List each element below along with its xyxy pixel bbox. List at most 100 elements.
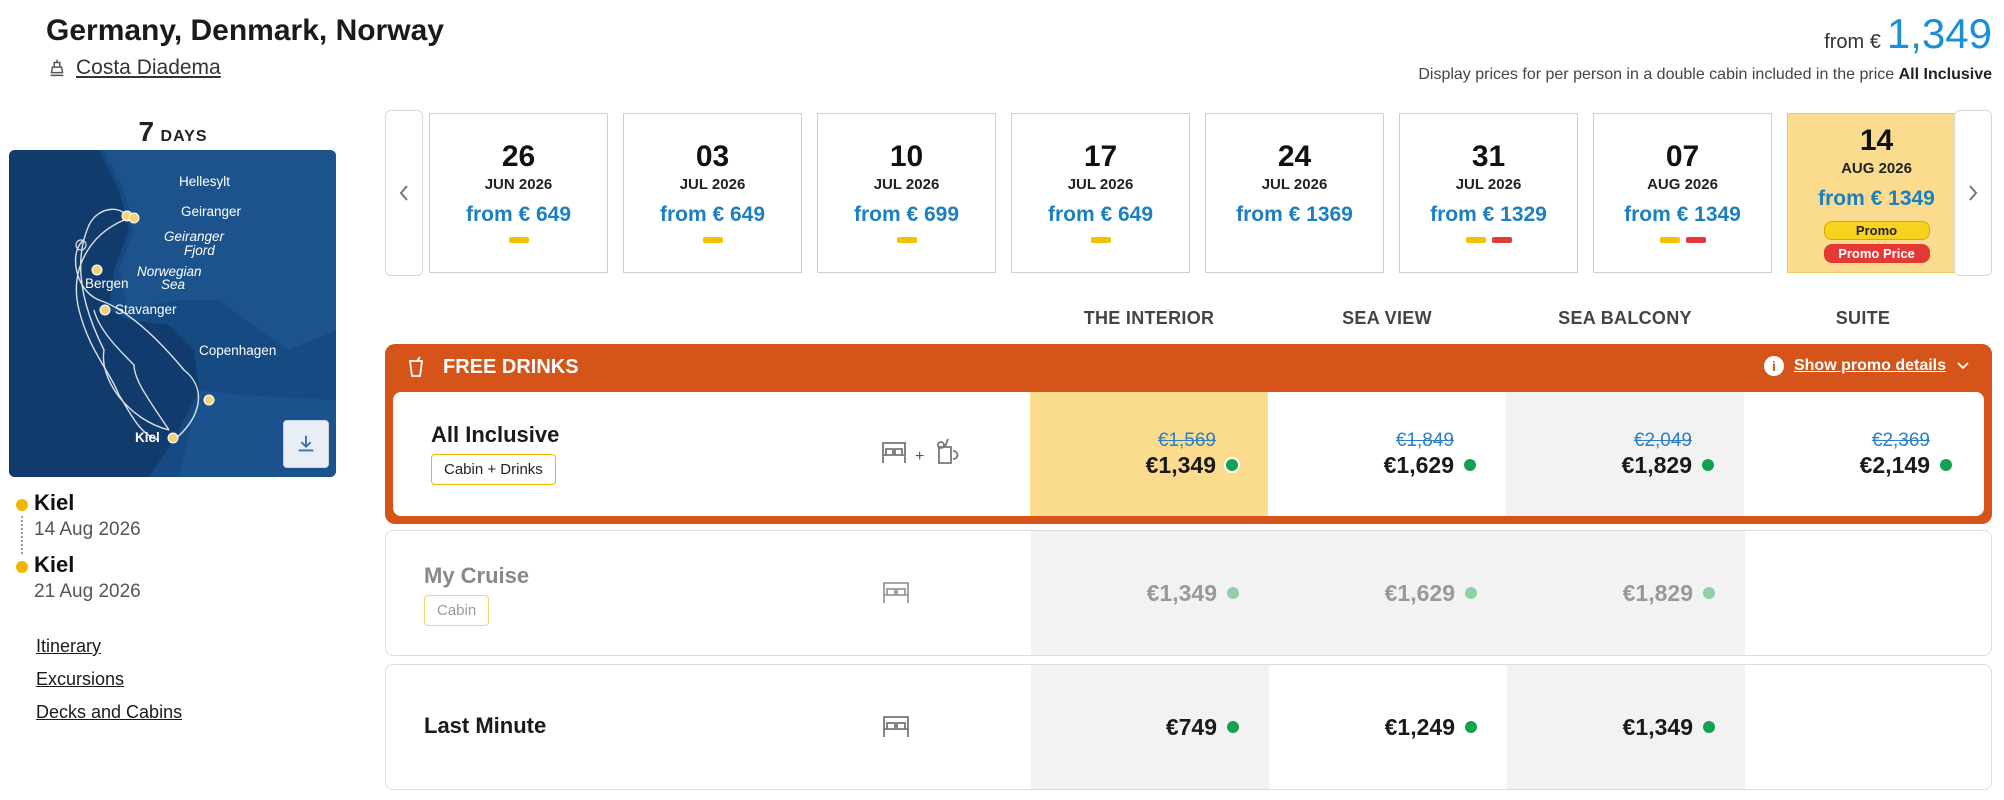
price-cell-sea-view[interactable]: €1,629 — [1269, 531, 1507, 655]
date-card[interactable]: 03 JUL 2026 from € 649 — [623, 113, 802, 273]
column-interior: THE INTERIOR — [1083, 308, 1215, 328]
availability-dot — [1465, 721, 1477, 733]
date-card[interactable]: 10 JUL 2026 from € 699 — [817, 113, 996, 273]
price-from: from € 1,349 — [1824, 10, 1992, 58]
cruise-title: Germany, Denmark, Norway — [46, 14, 444, 47]
current-price: €1,829 — [1622, 452, 1714, 479]
fare-row-my-cruise[interactable]: My Cruise Cabin €1,349 €1,629 €1,829 — [385, 530, 1992, 656]
current-price: €1,829 — [1623, 580, 1715, 607]
itinerary-link[interactable]: Itinerary — [36, 636, 182, 657]
price-value: €749 — [1165, 713, 1217, 740]
availability-bars — [818, 237, 995, 243]
availability-bars — [1594, 237, 1771, 243]
availability-dot — [1703, 587, 1715, 599]
fare-tag: Cabin — [424, 595, 490, 626]
current-price: €1,629 — [1384, 452, 1476, 479]
excursions-link[interactable]: Excursions — [36, 669, 182, 690]
fare-row-last-minute[interactable]: Last Minute €749 €1,249 €1,349 — [385, 664, 1992, 790]
red-indicator — [1685, 237, 1706, 243]
cruise-duration: 7 DAYS — [0, 116, 346, 148]
stop-dot — [16, 499, 28, 511]
current-price: €1,349 — [1146, 452, 1238, 479]
date-day: 07 — [1665, 140, 1700, 173]
date-price: from € 1349 — [1818, 187, 1935, 210]
yellow-indicator — [1659, 237, 1680, 243]
fare-row-all-inclusive[interactable]: All Inclusive Cabin + Drinks + €1,569 €1… — [393, 392, 1984, 516]
info-links: Itinerary Excursions Decks and Cabins — [36, 636, 182, 735]
date-card[interactable]: 26 JUN 2026 from € 649 — [429, 113, 608, 273]
display-note: Display prices for per person in a doubl… — [1418, 66, 1992, 84]
date-card[interactable]: 14 AUG 2026 from € 1349 Promo Promo Price — [1787, 113, 1966, 273]
date-day: 24 — [1277, 140, 1312, 173]
yellow-indicator — [896, 237, 917, 243]
date-price: from € 1369 — [1236, 203, 1353, 226]
fare-name: Last Minute — [424, 713, 547, 738]
map-label-geiranger: Geiranger — [181, 204, 242, 219]
date-card[interactable]: 31 JUL 2026 from € 1329 — [1399, 113, 1578, 273]
price-cell-sea-balcony[interactable]: €1,829 — [1507, 531, 1745, 655]
download-map-button[interactable] — [283, 420, 329, 468]
date-month: AUG 2026 — [1841, 160, 1912, 177]
bed-plus-drink-icon: + — [881, 437, 961, 474]
show-promo-details[interactable]: i Show promo details — [1763, 356, 1970, 376]
yellow-indicator — [1090, 237, 1111, 243]
availability-dot — [1226, 459, 1238, 471]
promo-price-badge: Promo Price — [1823, 244, 1930, 263]
column-sea-view: SEA VIEW — [1342, 308, 1432, 328]
red-indicator — [1491, 237, 1512, 243]
old-price: €2,369 — [1871, 429, 1930, 451]
price-value: €1,629 — [1383, 451, 1454, 478]
price-value: €1,349 — [1146, 579, 1217, 606]
download-icon — [298, 435, 314, 452]
price-cell-interior[interactable]: €1,349 — [1031, 531, 1269, 655]
date-card[interactable]: 07 AUG 2026 from € 1349 — [1593, 113, 1772, 273]
next-dates-button[interactable] — [1954, 110, 1992, 276]
column-suite: SUITE — [1835, 308, 1891, 328]
ship-name[interactable]: Costa Diadema — [76, 56, 221, 80]
availability-dot — [1464, 459, 1476, 471]
availability-bars — [1206, 237, 1383, 243]
price-value: €1,629 — [1384, 579, 1455, 606]
price-cell-sea-view[interactable]: €1,249 — [1269, 665, 1507, 789]
price-cell-sea-balcony[interactable]: €1,349 — [1507, 665, 1745, 789]
chevron-left-icon — [399, 185, 408, 201]
date-card[interactable]: 17 JUL 2026 from € 649 — [1011, 113, 1190, 273]
drink-cup-icon — [408, 356, 424, 377]
decks-cabins-link[interactable]: Decks and Cabins — [36, 702, 182, 723]
map-label-copenhagen: Copenhagen — [199, 343, 276, 358]
map-label-stavanger: Stavanger — [115, 302, 177, 317]
map-label-hellesylt: Hellesylt — [179, 174, 230, 189]
availability-dot — [1465, 587, 1477, 599]
prev-dates-button[interactable] — [385, 110, 423, 276]
stop-name: Kiel — [34, 552, 75, 577]
price-cell-interior[interactable]: €749 — [1031, 665, 1269, 789]
yellow-indicator — [508, 237, 529, 243]
stop-date: 21 Aug 2026 — [34, 581, 141, 602]
current-price: €1,349 — [1623, 714, 1715, 741]
price-value: €1,829 — [1621, 451, 1692, 478]
price-value: €1,349 — [1622, 713, 1693, 740]
date-card[interactable]: 24 JUL 2026 from € 1369 — [1205, 113, 1384, 273]
date-month: JUL 2026 — [1067, 176, 1134, 193]
stop-arrival: Kiel 21 Aug 2026 — [14, 552, 141, 614]
ship-icon — [50, 59, 64, 77]
old-price: €1,849 — [1395, 429, 1454, 451]
date-day: 10 — [889, 140, 924, 173]
price-cell-suite[interactable]: €2,369 €2,149 — [1744, 392, 1982, 516]
days-label: DAYS — [160, 128, 208, 145]
promo-badge: Promo — [1823, 221, 1930, 240]
ship-link[interactable]: Costa Diadema — [46, 56, 221, 80]
yellow-indicator — [1465, 237, 1486, 243]
fare-name: All Inclusive — [431, 422, 560, 447]
map-label-geiranger-fjord-2: Fjord — [184, 243, 215, 258]
availability-bars — [1400, 237, 1577, 243]
price-cell-sea-balcony[interactable]: €2,049 €1,829 — [1506, 392, 1744, 516]
availability-dot — [1702, 459, 1714, 471]
promo-link-text[interactable]: Show promo details — [1794, 357, 1946, 375]
date-day: 03 — [695, 140, 730, 173]
stop-dot — [16, 561, 28, 573]
price-cell-sea-view[interactable]: €1,849 €1,629 — [1268, 392, 1506, 516]
price-cell-interior[interactable]: €1,569 €1,349 — [1030, 392, 1268, 516]
date-price: from € 1349 — [1624, 203, 1741, 226]
old-price: €1,569 — [1157, 429, 1216, 451]
